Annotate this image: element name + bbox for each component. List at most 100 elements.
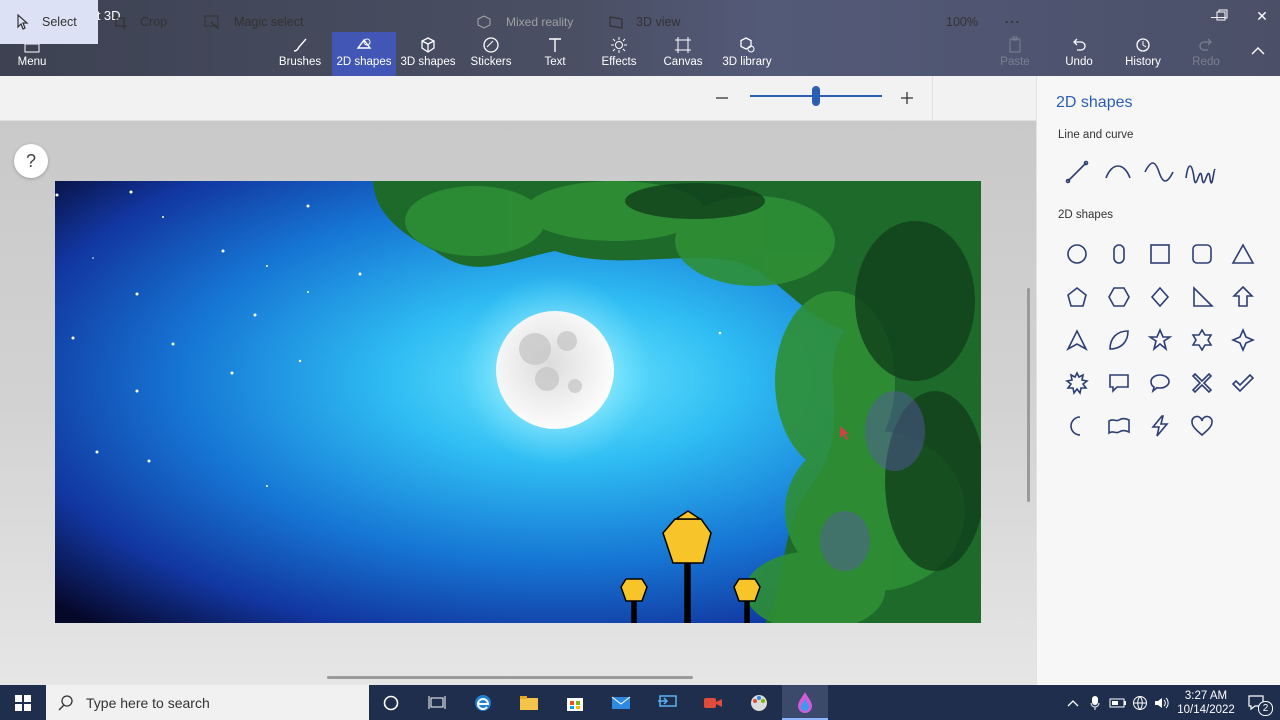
remote-app[interactable] xyxy=(644,685,690,720)
diamond-icon[interactable] xyxy=(1140,279,1180,315)
circle-icon[interactable] xyxy=(1057,236,1097,272)
mail-app[interactable] xyxy=(598,685,644,720)
pointed-triangle-icon[interactable] xyxy=(1057,322,1097,358)
check-mark-icon[interactable] xyxy=(1223,365,1263,401)
3d-view-button[interactable]: 3D view xyxy=(608,0,698,44)
zoom-level[interactable]: 100% xyxy=(946,0,986,44)
battery-icon[interactable] xyxy=(1108,685,1128,720)
sub-toolbar xyxy=(0,76,1036,121)
burst-icon[interactable] xyxy=(1057,365,1097,401)
tab-3d-library[interactable]: 3D library xyxy=(720,32,774,76)
zoom-in-button[interactable] xyxy=(899,89,917,107)
four-point-star-icon[interactable] xyxy=(1223,322,1263,358)
task-view-button[interactable] xyxy=(414,685,460,720)
windows-logo-icon xyxy=(15,694,31,711)
notification-center-button[interactable]: 2 xyxy=(1242,685,1273,720)
heart-icon[interactable] xyxy=(1182,408,1222,444)
mixed-reality-icon xyxy=(477,15,491,29)
undo-label: Undo xyxy=(1065,56,1093,68)
square-icon[interactable] xyxy=(1140,236,1180,272)
notification-badge: 2 xyxy=(1258,701,1273,716)
tab-label: Canvas xyxy=(663,56,703,68)
video-camera-icon xyxy=(704,697,722,708)
close-button[interactable]: ✕ xyxy=(1240,4,1280,28)
folder-icon xyxy=(520,695,538,710)
pentagon-icon[interactable] xyxy=(1057,279,1097,315)
paint-3d-drop-icon xyxy=(798,691,812,713)
vertical-scrollbar[interactable] xyxy=(1027,288,1030,502)
store-app[interactable] xyxy=(552,685,598,720)
maximize-button[interactable] xyxy=(1200,4,1244,28)
2d-shapes-icon xyxy=(332,32,396,54)
triangle-icon[interactable] xyxy=(1223,236,1263,272)
arrow-up-icon[interactable] xyxy=(1223,279,1263,315)
rounded-square-icon[interactable] xyxy=(1182,236,1222,272)
crop-button[interactable]: Crop xyxy=(112,0,192,44)
tab-label: 3D shapes xyxy=(400,56,456,68)
volume-icon[interactable] xyxy=(1152,685,1172,720)
microphone-icon[interactable] xyxy=(1086,685,1104,720)
3d-library-icon xyxy=(720,32,774,54)
six-point-star-icon[interactable] xyxy=(1182,322,1222,358)
horizontal-scrollbar[interactable] xyxy=(327,676,693,679)
line-icon[interactable] xyxy=(1057,154,1097,190)
zigzag-curve-icon[interactable] xyxy=(1180,154,1220,190)
lightning-icon[interactable] xyxy=(1140,408,1180,444)
magic-select-icon xyxy=(204,15,220,30)
edge-icon xyxy=(475,694,491,711)
collapse-toolbar-button[interactable] xyxy=(1250,44,1274,64)
tab-2d-shapes[interactable]: 2D shapes xyxy=(332,32,396,76)
taskbar-search-box[interactable]: Type here to search xyxy=(46,685,369,720)
paste-label: Paste xyxy=(1000,56,1030,68)
mixed-reality-button[interactable]: Mixed reality xyxy=(476,0,586,44)
panel-title: 2D shapes xyxy=(1056,94,1133,111)
hexagon-icon[interactable] xyxy=(1099,279,1139,315)
select-label: Select xyxy=(42,15,77,29)
plus-icon xyxy=(901,92,913,104)
clock[interactable]: 3:27 AM 10/14/2022 xyxy=(1174,685,1238,720)
speech-oval-icon[interactable] xyxy=(1140,365,1180,401)
crescent-icon[interactable] xyxy=(1057,408,1097,444)
chevron-up-icon xyxy=(1251,47,1265,55)
tab-label: Effects xyxy=(601,56,637,68)
cortana-button[interactable] xyxy=(368,685,414,720)
zoom-slider-thumb[interactable] xyxy=(812,86,820,106)
drawing-canvas[interactable] xyxy=(55,181,981,623)
five-point-star-icon[interactable] xyxy=(1140,322,1180,358)
tab-label: Brushes xyxy=(278,56,322,68)
tab-label: Stickers xyxy=(470,56,512,68)
rounded-capsule-icon[interactable] xyxy=(1099,236,1139,272)
help-button[interactable]: ? xyxy=(14,144,48,178)
banner-icon[interactable] xyxy=(1099,408,1139,444)
redo-button[interactable]: Redo xyxy=(1186,32,1226,76)
more-options-button[interactable]: ⋯ xyxy=(1004,0,1024,44)
start-button[interactable] xyxy=(0,685,46,720)
show-hidden-icons-button[interactable] xyxy=(1064,685,1082,720)
x-mark-icon[interactable] xyxy=(1182,365,1222,401)
wave-icon[interactable] xyxy=(1139,154,1179,190)
select-button[interactable]: Select xyxy=(0,0,98,44)
zoom-out-button[interactable] xyxy=(714,89,732,107)
section-heading: Line and curve xyxy=(1058,129,1134,141)
file-explorer-app[interactable] xyxy=(506,685,552,720)
history-label: History xyxy=(1125,56,1161,68)
undo-button[interactable]: Undo xyxy=(1058,32,1100,76)
leaf-icon[interactable] xyxy=(1099,322,1139,358)
history-icon xyxy=(1120,32,1166,54)
paint-app[interactable] xyxy=(736,685,782,720)
recorder-app[interactable] xyxy=(690,685,736,720)
edge-app[interactable] xyxy=(460,685,506,720)
right-triangle-icon[interactable] xyxy=(1182,279,1222,315)
history-button[interactable]: History xyxy=(1120,32,1166,76)
paint-3d-app[interactable] xyxy=(782,685,828,720)
network-globe-icon[interactable] xyxy=(1130,685,1150,720)
tab-3d-shapes[interactable]: 3D shapes xyxy=(400,32,456,76)
search-icon xyxy=(58,694,73,710)
redo-label: Redo xyxy=(1192,56,1220,68)
magic-select-button[interactable]: Magic select xyxy=(204,0,324,44)
speech-rect-icon[interactable] xyxy=(1099,365,1139,401)
curve-icon[interactable] xyxy=(1098,154,1138,190)
tab-label: 3D library xyxy=(722,56,772,68)
remote-desktop-icon xyxy=(658,694,677,707)
magic-select-label: Magic select xyxy=(234,15,304,29)
